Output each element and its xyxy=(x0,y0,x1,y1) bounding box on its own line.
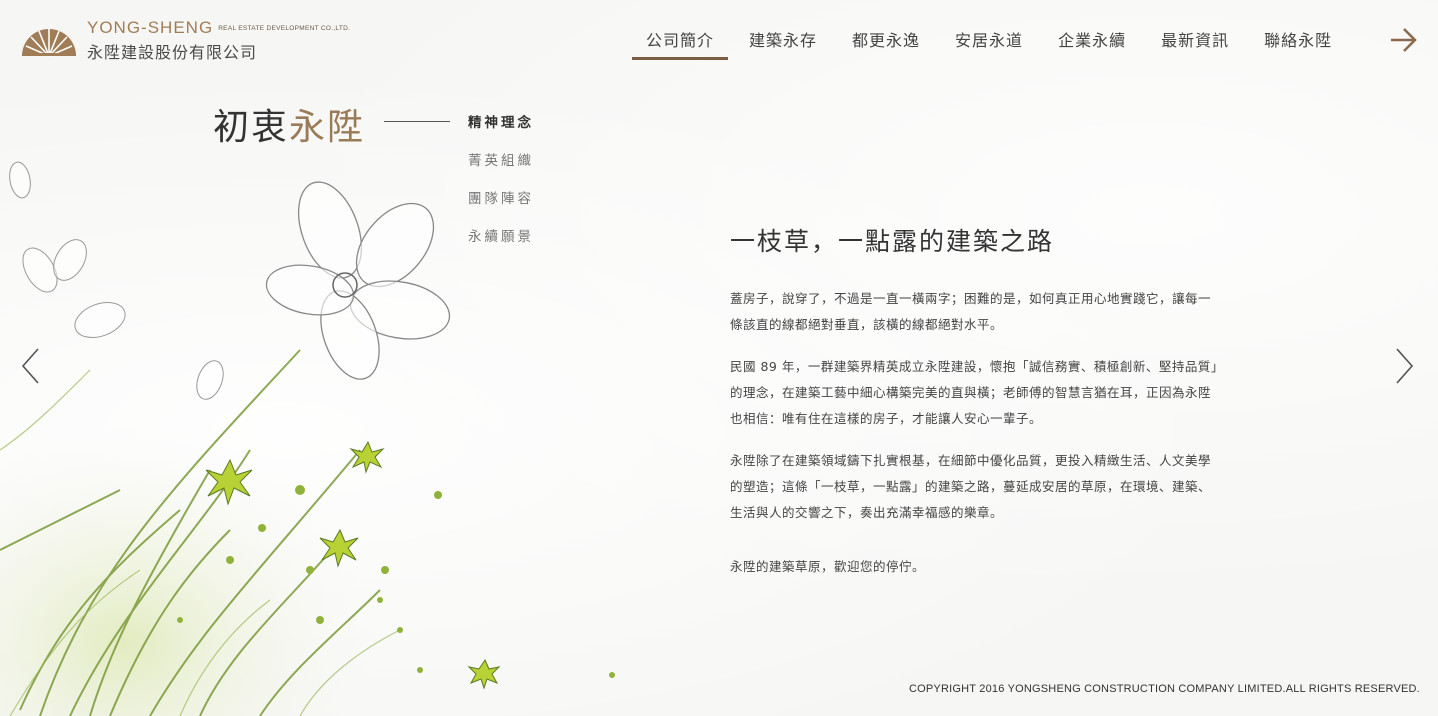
brand-name-en-main: YONG-SHENG xyxy=(87,18,214,37)
p2-line-2: 的理念，在建築工藝中細心構築完美的直與橫；老師傅的智慧言猶在耳，正因為永陞 xyxy=(730,385,1212,400)
content-paragraph-3: 永陞除了在建築領域鑄下扎實根基，在細節中優化品質，更投入精緻生活、人文美學 的塑… xyxy=(730,448,1230,526)
sub-nav: 精神理念 菁英組織 團隊陣容 永續願景 xyxy=(468,113,534,265)
nav-item-urban-renewal[interactable]: 都更永逸 xyxy=(838,28,934,60)
page-title: 初衷永陞 xyxy=(213,98,365,150)
nav-item-news[interactable]: 最新資訊 xyxy=(1147,28,1243,60)
content-closing: 永陞的建築草原，歡迎您的停佇。 xyxy=(730,559,926,574)
nav-item-living[interactable]: 安居永道 xyxy=(941,28,1037,60)
brand-name-en: YONG-SHENG REAL ESTATE DEVELOPMENT CO.,LT… xyxy=(87,18,350,38)
content-paragraph-2: 民國 89 年，一群建築界精英成立永陞建設，懷抱「誠信務實、積極創新、堅持品質」… xyxy=(730,354,1230,432)
sunburst-logo-icon xyxy=(22,29,76,57)
subnav-item-vision[interactable]: 永續願景 xyxy=(468,227,534,265)
page-title-part2: 永陞 xyxy=(289,107,366,148)
subnav-item-organization[interactable]: 菁英組織 xyxy=(468,151,534,189)
chevron-left-icon[interactable] xyxy=(20,346,42,386)
nav-item-company-intro[interactable]: 公司簡介 xyxy=(632,28,729,60)
subnav-item-philosophy[interactable]: 精神理念 xyxy=(468,113,534,151)
p3-line-1: 永陞除了在建築領域鑄下扎實根基，在細節中優化品質，更投入精緻生活、人文美學 xyxy=(730,453,1212,468)
brand-name-en-sub: REAL ESTATE DEVELOPMENT CO.,LTD. xyxy=(218,25,351,33)
main-content: 一枝草，一點露的建築之路 蓋房子，說穿了，不過是一直一橫兩字；困難的是，如何真正… xyxy=(730,222,1230,596)
p1-line-1: 蓋房子，說穿了，不過是一直一橫兩字；困難的是，如何真正用心地實踐它，讓每一 xyxy=(730,291,1212,306)
arrow-right-icon[interactable] xyxy=(1387,24,1419,56)
page-title-part1: 初衷 xyxy=(213,107,290,148)
subnav-item-team[interactable]: 團隊陣容 xyxy=(468,189,534,227)
nav-item-sustainability[interactable]: 企業永續 xyxy=(1044,28,1140,60)
nav-item-contact[interactable]: 聯絡永陞 xyxy=(1250,28,1346,60)
chevron-right-icon[interactable] xyxy=(1393,346,1415,386)
main-nav: 公司簡介 建築永存 都更永逸 安居永道 企業永續 最新資訊 聯絡永陞 xyxy=(632,28,1353,62)
content-heading: 一枝草，一點露的建築之路 xyxy=(730,227,1055,256)
footer-copyright: COPYRIGHT 2016 YONGSHENG CONSTRUCTION CO… xyxy=(909,683,1420,695)
brand-logo[interactable]: YONG-SHENG REAL ESTATE DEVELOPMENT CO.,LT… xyxy=(20,18,400,62)
nav-item-architecture[interactable]: 建築永存 xyxy=(735,28,831,60)
content-paragraph-1: 蓋房子，說穿了，不過是一直一橫兩字；困難的是，如何真正用心地實踐它，讓每一 條該… xyxy=(730,286,1230,338)
p3-line-3: 生活與人的交響之下，奏出充滿幸福感的樂章。 xyxy=(730,505,1004,520)
p2-line-1: 民國 89 年，一群建築界精英成立永陞建設，懷抱「誠信務實、積極創新、堅持品質」 xyxy=(730,359,1224,374)
p2-line-3: 也相信：唯有住在這樣的房子，才能讓人安心一輩子。 xyxy=(730,411,1043,426)
title-divider xyxy=(384,121,450,122)
p3-line-2: 的塑造；這條「一枝草，一點露」的建築之路，蔓延成安居的草原，在環境、建築、 xyxy=(730,479,1212,494)
p1-line-2: 條該直的線都絕對垂直，該橫的線都絕對水平。 xyxy=(730,317,1004,332)
brand-name-zh: 永陞建設股份有限公司 xyxy=(87,43,258,62)
